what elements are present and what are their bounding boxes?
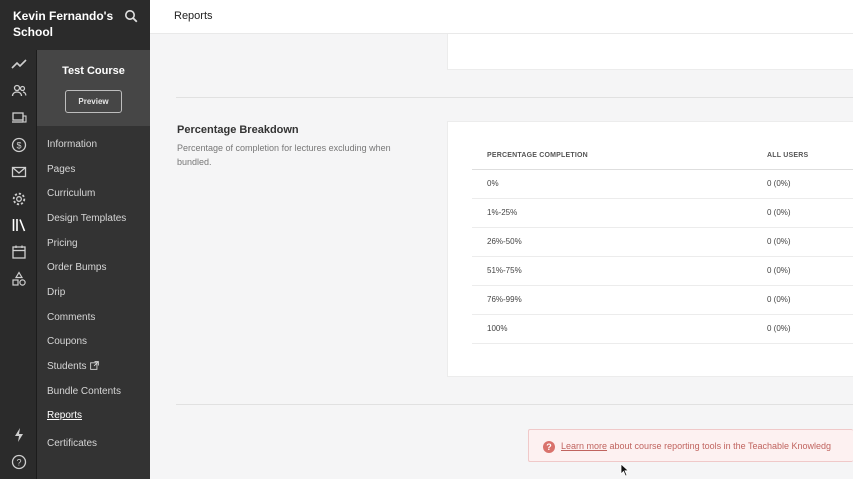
svg-text:?: ? bbox=[16, 457, 21, 467]
sidebar-item-pricing[interactable]: Pricing bbox=[47, 238, 78, 249]
table-row: 51%-75% 0 (0%) bbox=[472, 257, 853, 286]
table-row: 1%-25% 0 (0%) bbox=[472, 199, 853, 228]
section-description: Percentage of completion for lectures ex… bbox=[177, 143, 391, 167]
cell-range: 1%-25% bbox=[487, 208, 518, 217]
sidebar-item-pages[interactable]: Pages bbox=[47, 164, 75, 175]
table-row: 26%-50% 0 (0%) bbox=[472, 228, 853, 257]
sidebar-item-bundle-contents[interactable]: Bundle Contents bbox=[47, 386, 121, 397]
course-header: Test Course Preview bbox=[37, 50, 150, 126]
cell-users: 0 (0%) bbox=[767, 179, 791, 188]
section-divider bbox=[176, 404, 853, 405]
cell-range: 51%-75% bbox=[487, 266, 522, 275]
search-icon[interactable] bbox=[124, 9, 138, 23]
mail-icon[interactable] bbox=[10, 163, 27, 180]
sidebar-item-certificates[interactable]: Certificates bbox=[47, 438, 97, 449]
cell-range: 100% bbox=[487, 324, 508, 333]
cell-range: 76%-99% bbox=[487, 295, 522, 304]
banner-message: about course reporting tools in the Teac… bbox=[607, 441, 832, 451]
icon-rail: $ ? bbox=[0, 0, 37, 479]
calendar-icon[interactable] bbox=[10, 243, 27, 260]
mouse-cursor-icon bbox=[620, 463, 630, 477]
school-header: Kevin Fernando's School bbox=[0, 0, 150, 50]
sidebar-item-curriculum[interactable]: Curriculum bbox=[47, 188, 95, 199]
sidebar-item-information[interactable]: Information bbox=[47, 139, 97, 150]
sidebar-item-comments[interactable]: Comments bbox=[47, 312, 95, 323]
column-header-all-users: ALL USERS bbox=[767, 152, 809, 159]
sidebar-item-order-bumps[interactable]: Order Bumps bbox=[47, 262, 106, 273]
cell-range: 0% bbox=[487, 179, 499, 188]
preview-button[interactable]: Preview bbox=[65, 90, 122, 113]
users-icon[interactable] bbox=[10, 82, 27, 99]
sidebar-item-students-label: Students bbox=[47, 361, 87, 372]
top-bar: Reports bbox=[150, 0, 853, 34]
course-sidebar: Test Course Preview Information Pages Cu… bbox=[37, 50, 150, 479]
course-title: Test Course bbox=[62, 65, 125, 77]
percentage-breakdown-card: PERCENTAGE COMPLETION ALL USERS 0% 0 (0%… bbox=[447, 121, 853, 377]
shapes-icon[interactable] bbox=[10, 270, 27, 287]
sidebar-item-coupons[interactable]: Coupons bbox=[47, 336, 87, 347]
cell-users: 0 (0%) bbox=[767, 324, 791, 333]
column-header-percentage: PERCENTAGE COMPLETION bbox=[487, 152, 588, 159]
page-title: Reports bbox=[174, 10, 213, 22]
dollar-icon[interactable]: $ bbox=[10, 136, 27, 153]
previous-section-card bbox=[447, 34, 853, 70]
library-icon[interactable] bbox=[10, 216, 27, 233]
school-name[interactable]: Kevin Fernando's School bbox=[13, 8, 118, 40]
external-link-icon bbox=[90, 361, 100, 370]
section-divider bbox=[176, 97, 853, 98]
table-row: 0% 0 (0%) bbox=[472, 170, 853, 199]
question-circle-icon: ? bbox=[543, 440, 555, 453]
svg-text:$: $ bbox=[16, 140, 21, 150]
cell-users: 0 (0%) bbox=[767, 295, 791, 304]
banner-text: Learn more about course reporting tools … bbox=[561, 441, 831, 451]
section-title: Percentage Breakdown bbox=[177, 124, 299, 136]
gear-icon[interactable] bbox=[10, 190, 27, 207]
table-row: 100% 0 (0%) bbox=[472, 315, 853, 344]
devices-icon[interactable] bbox=[10, 109, 27, 126]
sidebar-item-design-templates[interactable]: Design Templates bbox=[47, 213, 126, 224]
bolt-icon[interactable] bbox=[10, 426, 27, 443]
cell-users: 0 (0%) bbox=[767, 237, 791, 246]
sidebar-item-drip[interactable]: Drip bbox=[47, 287, 65, 298]
info-banner: ? Learn more about course reporting tool… bbox=[528, 429, 853, 462]
sidebar-item-reports[interactable]: Reports bbox=[47, 410, 82, 421]
sidebar-item-students[interactable]: Students bbox=[47, 361, 100, 372]
chart-line-icon[interactable] bbox=[10, 55, 27, 72]
cell-users: 0 (0%) bbox=[767, 266, 791, 275]
svg-text:?: ? bbox=[546, 442, 552, 452]
help-icon[interactable]: ? bbox=[10, 453, 27, 470]
table-row: 76%-99% 0 (0%) bbox=[472, 286, 853, 315]
learn-more-link[interactable]: Learn more bbox=[561, 441, 607, 451]
cell-users: 0 (0%) bbox=[767, 208, 791, 217]
cell-range: 26%-50% bbox=[487, 237, 522, 246]
